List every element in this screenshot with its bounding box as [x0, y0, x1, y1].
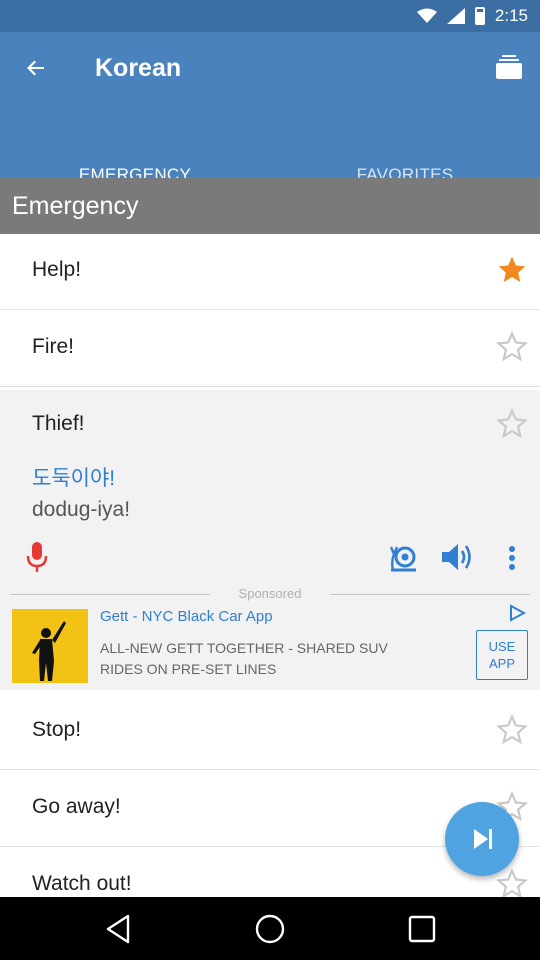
play-next-icon: [474, 829, 492, 849]
star-outline-icon[interactable]: [496, 331, 528, 363]
snail-icon[interactable]: [388, 542, 420, 574]
phrase-label: Go away!: [32, 795, 121, 818]
phrase-label: Watch out!: [32, 872, 132, 895]
microphone-icon[interactable]: [24, 540, 50, 574]
wifi-icon: [416, 8, 437, 23]
expanded-list-item[interactable]: Thief! 도둑이야! dodug-iya! Sponsored Gett -…: [0, 390, 540, 690]
phrase-label: Stop!: [32, 718, 82, 741]
list-item[interactable]: Fire!: [0, 311, 540, 387]
speaker-icon[interactable]: [440, 540, 476, 574]
status-bar: 2:15: [0, 0, 540, 32]
list-item[interactable]: Stop!: [0, 694, 540, 770]
sponsored-label: Sponsored: [238, 586, 302, 601]
play-fab-button[interactable]: [445, 802, 519, 876]
home-circle-icon[interactable]: [252, 911, 288, 947]
stack-icon[interactable]: [494, 52, 524, 82]
back-triangle-icon[interactable]: [100, 911, 136, 947]
ad-choices-icon[interactable]: [508, 604, 526, 622]
battery-icon: [474, 7, 485, 25]
star-outline-icon[interactable]: [496, 408, 528, 440]
ad-banner[interactable]: Gett - NYC Black Car App ALL-NEW GETT TO…: [0, 604, 540, 690]
status-time: 2:15: [494, 6, 528, 25]
navigation-bar: [0, 897, 540, 960]
recents-square-icon[interactable]: [404, 911, 440, 947]
app-bar: Korean EMERGENCY FAVORITES: [0, 32, 540, 210]
more-vert-icon[interactable]: [500, 542, 524, 574]
use-app-button[interactable]: USE APP: [476, 630, 528, 680]
button-label: APP: [488, 656, 515, 671]
section-header: Emergency: [0, 178, 540, 234]
arrow-left-icon[interactable]: [20, 52, 52, 84]
list-item[interactable]: Help!: [0, 234, 540, 310]
button-label: USE: [488, 639, 516, 654]
ad-description: ALL-NEW GETT TOGETHER - SHARED SUV RIDES…: [100, 640, 388, 677]
signal-icon: [446, 8, 465, 24]
korean-translation: 도둑이야!: [32, 467, 116, 490]
star-outline-icon[interactable]: [496, 714, 528, 746]
page-title: Korean: [95, 54, 182, 82]
ad-title[interactable]: Gett - NYC Black Car App: [100, 608, 273, 625]
romanization: dodug-iya!: [32, 498, 131, 521]
star-outline-icon[interactable]: [496, 868, 528, 900]
ad-image[interactable]: [12, 609, 88, 683]
phrase-label: Fire!: [32, 335, 74, 358]
phrase-label: Thief!: [32, 412, 85, 435]
star-filled-icon[interactable]: [496, 254, 528, 286]
phrase-label: Help!: [32, 258, 82, 281]
